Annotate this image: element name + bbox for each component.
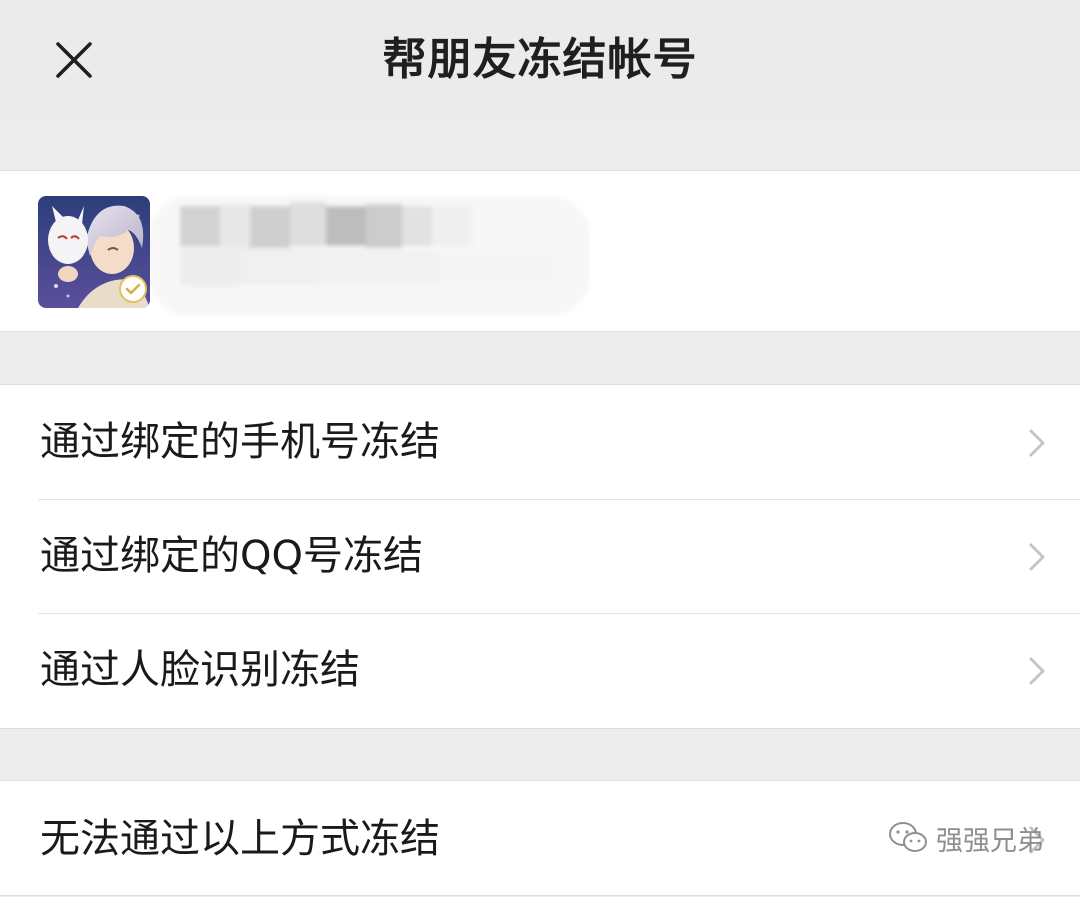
wechat-icon (889, 822, 927, 852)
chevron-right-icon (1029, 429, 1045, 457)
option-face-freeze[interactable]: 通过人脸识别冻结 (0, 613, 1080, 727)
option-qq-freeze[interactable]: 通过绑定的QQ号冻结 (0, 499, 1080, 613)
watermark-text: 强强兄弟 (936, 825, 1044, 857)
option-phone-freeze[interactable]: 通过绑定的手机号冻结 (0, 385, 1080, 499)
option-label: 无法通过以上方式冻结 (40, 816, 440, 862)
page-title: 帮朋友冻结帐号 (382, 34, 698, 85)
freeze-methods-group: 通过绑定的手机号冻结 通过绑定的QQ号冻结 通过人脸识别冻结 (0, 384, 1080, 729)
blurred-account-name (150, 196, 590, 316)
check-badge-icon (119, 275, 147, 303)
chevron-right-icon (1029, 543, 1045, 571)
navigation-bar: 帮朋友冻结帐号 (0, 0, 1080, 118)
avatar (38, 196, 150, 308)
watermark: 强强兄弟 (888, 818, 1044, 858)
option-label: 通过绑定的手机号冻结 (40, 419, 440, 465)
chevron-right-icon (1029, 657, 1045, 685)
option-label: 通过人脸识别冻结 (40, 647, 360, 693)
option-label: 通过绑定的QQ号冻结 (40, 533, 423, 579)
account-card (0, 170, 1080, 332)
